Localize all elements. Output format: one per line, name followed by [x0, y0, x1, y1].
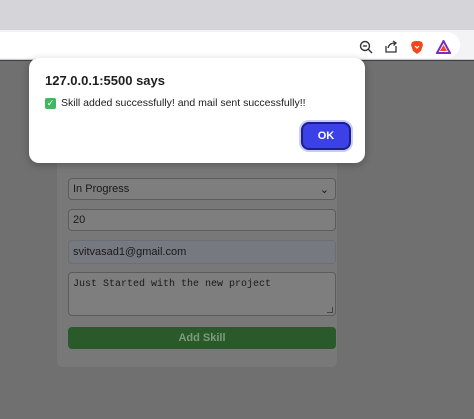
zoom-icon[interactable] [355, 36, 377, 58]
status-select-value: In Progress [73, 183, 130, 195]
progress-input[interactable]: 20 [68, 209, 336, 231]
browser-toolbar [0, 30, 474, 60]
email-field-value: svitvasad1@gmail.com [73, 246, 187, 258]
alert-dialog: 127.0.0.1:5500 says ✓ Skill added succes… [29, 58, 365, 163]
dialog-message-row: ✓ Skill added successfully! and mail sen… [45, 97, 306, 109]
check-mark-icon: ✓ [45, 97, 56, 109]
status-select[interactable]: In Progress ⌄ [68, 178, 336, 200]
dialog-origin: 127.0.0.1:5500 says [45, 73, 165, 88]
notes-textarea[interactable]: Just Started with the new project [68, 272, 336, 316]
notes-textarea-value: Just Started with the new project [73, 279, 272, 290]
address-bar[interactable] [0, 32, 460, 58]
chevron-down-icon: ⌄ [319, 184, 329, 196]
email-field[interactable]: svitvasad1@gmail.com [68, 240, 336, 264]
tab-strip [0, 0, 474, 30]
brave-shield-icon[interactable] [406, 36, 428, 58]
rewards-triangle-icon[interactable] [432, 36, 454, 58]
resize-handle-icon[interactable] [327, 307, 333, 313]
share-icon[interactable] [380, 36, 402, 58]
add-skill-button[interactable]: Add Skill [68, 327, 336, 349]
progress-input-value: 20 [73, 214, 86, 226]
ok-button[interactable]: OK [301, 122, 351, 150]
dialog-message: Skill added successfully! and mail sent … [61, 97, 306, 109]
